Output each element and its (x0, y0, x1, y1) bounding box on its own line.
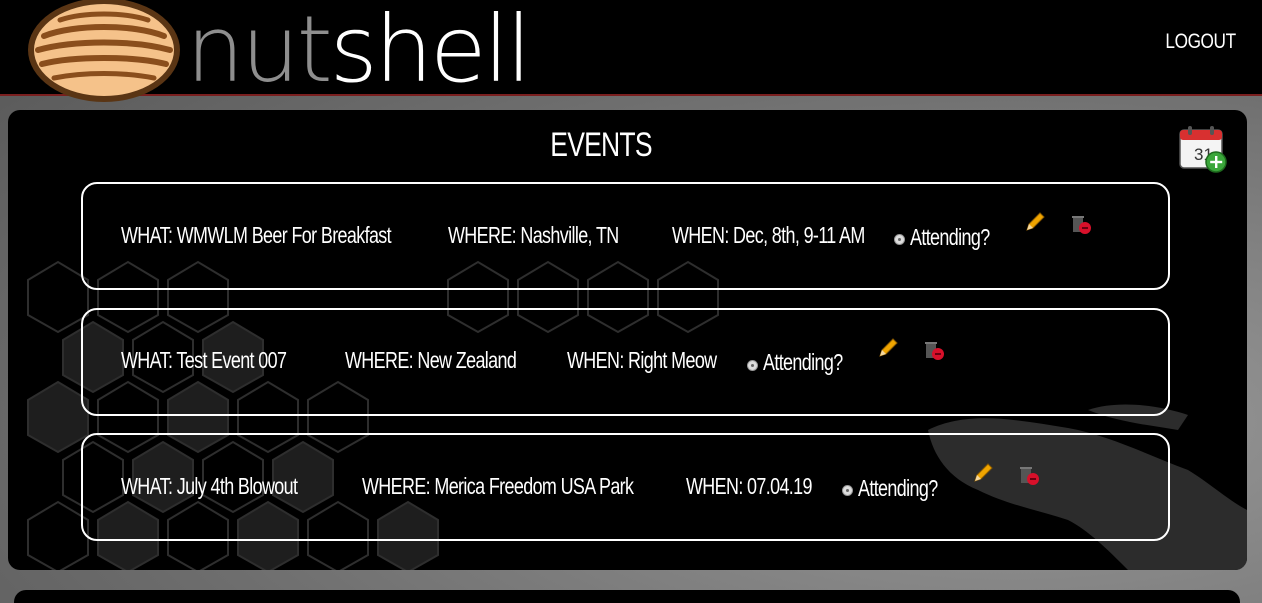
logout-link[interactable]: LOGOUT (1166, 30, 1237, 54)
event-what: WHAT: July 4th Blowout (121, 473, 298, 499)
page: nut shell LOGOUT EVENTS 31 WHAT: WMWLM B… (0, 0, 1262, 603)
event-when: WHEN: Dec, 8th, 9-11 AM (672, 222, 865, 248)
event-where: WHERE: New Zealand (345, 347, 517, 373)
event-card: WHAT: July 4th Blowout WHERE: Merica Fre… (81, 433, 1170, 541)
delete-trash-icon[interactable] (922, 338, 946, 362)
next-panel (14, 590, 1240, 603)
attending-label: Attending? (858, 475, 938, 501)
logo-text-shell: shell (329, 0, 532, 103)
event-where: WHERE: Merica Freedom USA Park (362, 473, 634, 499)
attending-label: Attending? (763, 349, 843, 375)
event-where: WHERE: Nashville, TN (448, 222, 619, 248)
event-card: WHAT: WMWLM Beer For Breakfast WHERE: Na… (81, 182, 1170, 290)
event-what: WHAT: Test Event 007 (121, 347, 287, 373)
walnut-logo-icon (28, 0, 180, 102)
event-what: WHAT: WMWLM Beer For Breakfast (121, 222, 392, 248)
events-panel: EVENTS 31 WHAT: WMWLM Beer For Breakfast… (8, 110, 1247, 570)
events-title: EVENTS (550, 126, 652, 164)
add-event-calendar-icon[interactable]: 31 (1178, 124, 1228, 174)
app-logo-text: nut shell (186, 0, 532, 103)
event-card: WHAT: Test Event 007 WHERE: New Zealand … (81, 308, 1170, 416)
attending-radio[interactable] (747, 360, 758, 371)
edit-pencil-icon[interactable] (876, 336, 900, 360)
attending-label: Attending? (910, 224, 990, 250)
delete-trash-icon[interactable] (1017, 463, 1041, 487)
attending-radio[interactable] (894, 234, 905, 245)
edit-pencil-icon[interactable] (1023, 210, 1047, 234)
edit-pencil-icon[interactable] (971, 461, 995, 485)
logo-text-nut: nut (186, 0, 333, 103)
header-bar: nut shell LOGOUT (0, 0, 1262, 103)
delete-trash-icon[interactable] (1069, 212, 1093, 236)
event-when: WHEN: Right Meow (567, 347, 717, 373)
event-when: WHEN: 07.04.19 (686, 473, 813, 499)
attending-radio[interactable] (842, 485, 853, 496)
